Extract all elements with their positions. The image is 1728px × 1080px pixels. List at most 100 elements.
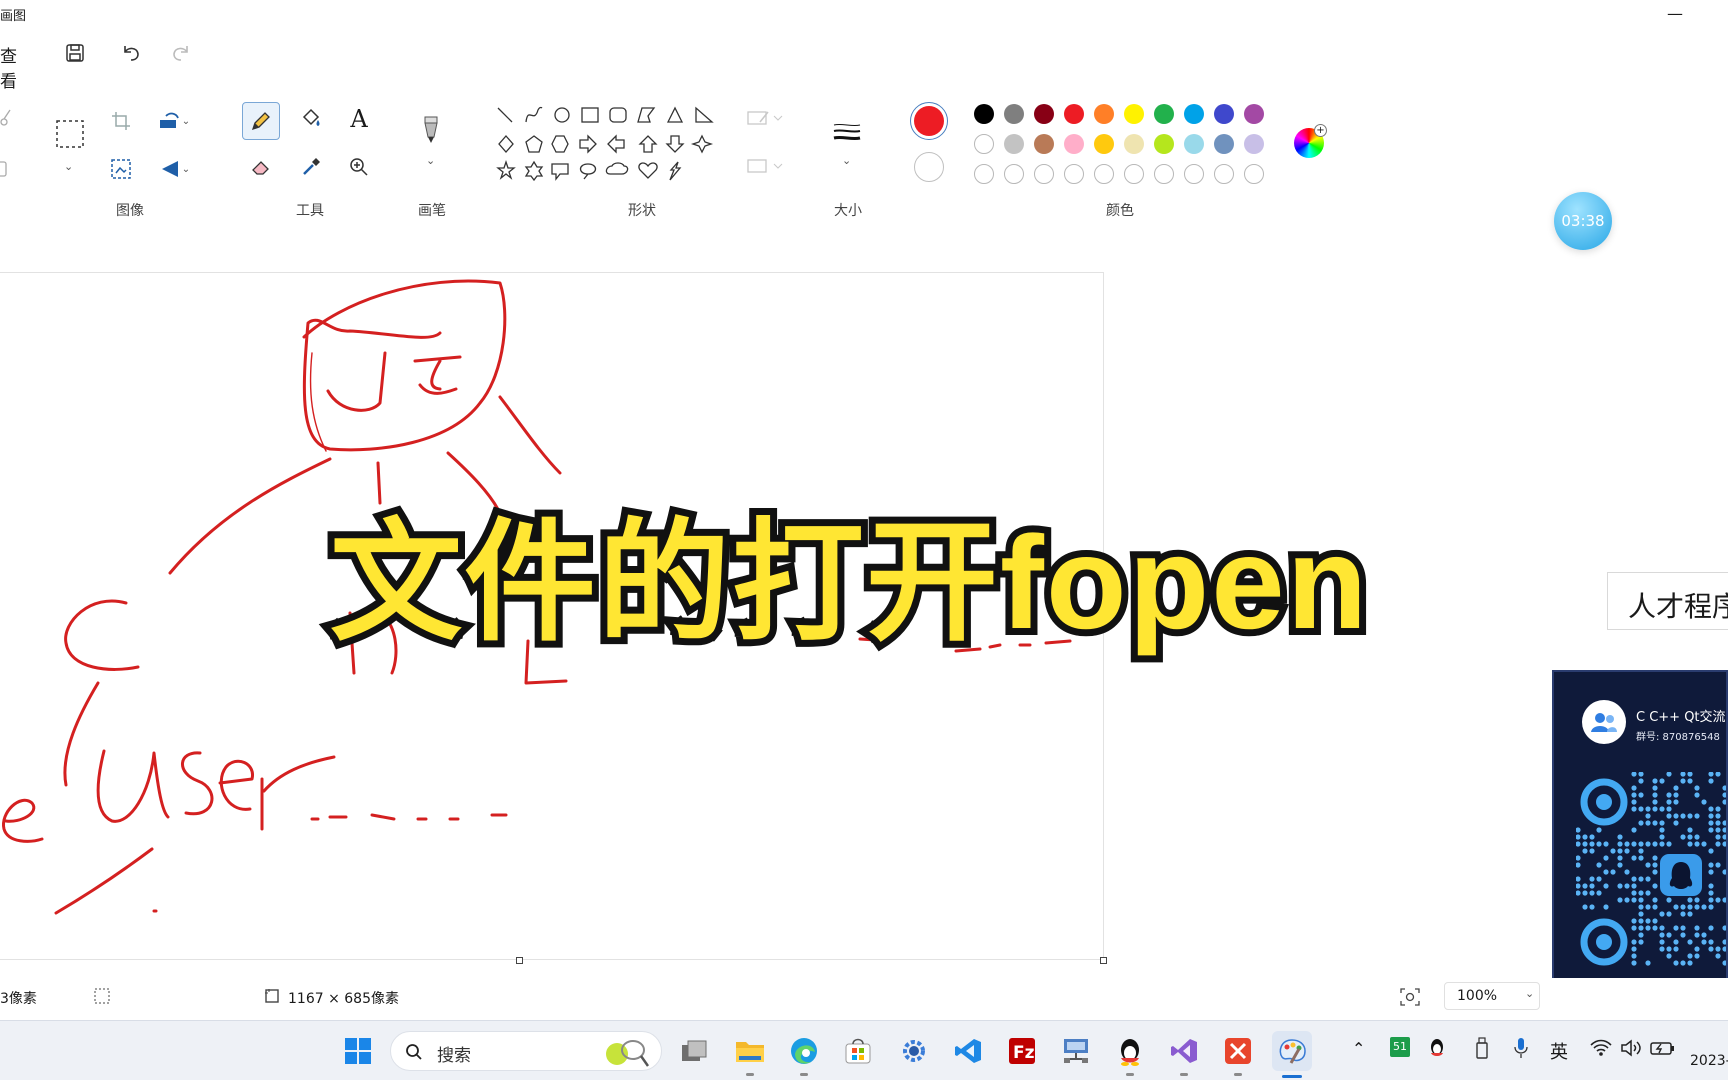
palette-swatch[interactable] (1004, 104, 1024, 124)
redo-button[interactable] (164, 36, 198, 70)
minimize-button[interactable]: — (1660, 4, 1690, 26)
paint-app-button[interactable] (1272, 1031, 1312, 1071)
select-dropdown-chevron-icon[interactable]: ⌄ (64, 160, 73, 173)
custom-color-slot[interactable] (1184, 164, 1204, 184)
wifi-icon[interactable] (1590, 1039, 1612, 1057)
store-button[interactable] (838, 1031, 878, 1071)
qr-dot (1687, 897, 1693, 903)
qr-dot (1582, 841, 1588, 847)
flip-button[interactable]: ⌄ (152, 152, 196, 186)
fit-to-window-icon[interactable] (1400, 988, 1420, 1006)
fill-tool-button[interactable] (294, 102, 328, 136)
copy-icon[interactable] (0, 160, 10, 184)
palette-swatch[interactable] (1034, 104, 1054, 124)
resize-handle-corner[interactable] (1100, 957, 1107, 964)
brushes-chevron-icon[interactable]: ⌄ (426, 154, 435, 167)
magnifier-button[interactable] (342, 150, 376, 184)
tray-overflow-chevron-icon[interactable]: ⌃ (1352, 1039, 1365, 1058)
xmind-button[interactable] (1218, 1031, 1258, 1071)
palette-swatch[interactable] (1184, 104, 1204, 124)
save-button[interactable] (58, 36, 92, 70)
add-color-icon: + (1314, 124, 1327, 137)
ime-indicator[interactable]: 英 (1550, 1038, 1568, 1064)
qr-dot (1694, 813, 1700, 819)
qr-dot (1708, 848, 1714, 854)
size-chevron-icon[interactable]: ⌄ (842, 154, 851, 167)
primary-color-button[interactable] (910, 102, 948, 140)
palette-swatch[interactable] (1214, 134, 1234, 154)
qr-dot (1652, 785, 1658, 791)
custom-color-slot[interactable] (1154, 164, 1174, 184)
text-tool-button[interactable]: A (342, 102, 376, 136)
custom-color-slot[interactable] (1124, 164, 1144, 184)
edge-button[interactable] (784, 1031, 824, 1071)
qr-dot (1708, 904, 1714, 910)
pencil-tool-button[interactable] (242, 102, 280, 140)
shape-fill-button[interactable] (746, 156, 786, 180)
filezilla-button[interactable]: Fz (1002, 1031, 1042, 1071)
select-button[interactable] (52, 116, 88, 152)
secondary-color-button[interactable] (914, 152, 944, 182)
brushes-button[interactable] (414, 110, 448, 150)
tray-badge-51[interactable]: 51 (1390, 1037, 1410, 1057)
qr-dot (1666, 911, 1672, 917)
palette-swatch[interactable] (1154, 134, 1174, 154)
microphone-icon[interactable] (1514, 1037, 1528, 1059)
custom-color-slot[interactable] (1004, 164, 1024, 184)
qr-dot (1617, 897, 1623, 903)
custom-color-slot[interactable] (1034, 164, 1054, 184)
battery-charging-icon[interactable] (1650, 1039, 1676, 1057)
network-tool-button[interactable] (1056, 1031, 1096, 1071)
title-bar: 画图 — (0, 0, 1728, 30)
zoom-dropdown[interactable]: 100% ⌄ (1444, 982, 1540, 1010)
task-view-button[interactable] (674, 1031, 714, 1071)
palette-swatch[interactable] (1244, 104, 1264, 124)
custom-color-slot[interactable] (974, 164, 994, 184)
custom-color-slot[interactable] (1064, 164, 1084, 184)
palette-swatch[interactable] (1184, 134, 1204, 154)
eraser-tool-button[interactable] (244, 150, 278, 184)
cut-icon[interactable] (0, 108, 12, 132)
palette-swatch[interactable] (1154, 104, 1174, 124)
ribbon: ⌄ ⌄ ⌄ 图像 A 工具 ⌄ 画笔 形状 ⌄ 大小 + 颜色 (0, 82, 1728, 232)
palette-swatch[interactable] (1124, 104, 1144, 124)
color-picker-button[interactable] (294, 150, 328, 184)
search-placeholder: 搜索 (437, 1046, 471, 1066)
clock-date[interactable]: 2023- (1690, 1053, 1728, 1069)
crop-button[interactable] (104, 104, 138, 138)
palette-swatch[interactable] (1064, 134, 1084, 154)
rotate-button[interactable]: ⌄ (152, 104, 196, 138)
palette-swatch[interactable] (1004, 134, 1024, 154)
shape-outline-button[interactable] (746, 108, 786, 132)
size-button[interactable] (830, 116, 864, 150)
qr-dot (1680, 772, 1686, 777)
palette-swatch[interactable] (974, 134, 994, 154)
vscode-button[interactable] (948, 1031, 988, 1071)
visual-studio-button[interactable] (1164, 1031, 1204, 1071)
custom-color-slot[interactable] (1214, 164, 1234, 184)
qr-dot (1617, 848, 1623, 854)
palette-swatch[interactable] (1214, 104, 1234, 124)
shapes-gallery[interactable] (494, 104, 718, 190)
palette-swatch[interactable] (974, 104, 994, 124)
palette-swatch[interactable] (1094, 104, 1114, 124)
tray-qq-icon[interactable] (1428, 1037, 1446, 1059)
custom-color-slot[interactable] (1244, 164, 1264, 184)
palette-swatch[interactable] (1244, 134, 1264, 154)
resize-button[interactable] (104, 152, 138, 186)
volume-icon[interactable] (1620, 1039, 1642, 1057)
palette-swatch[interactable] (1094, 134, 1114, 154)
settings-button[interactable] (894, 1031, 934, 1071)
start-button[interactable] (338, 1031, 378, 1071)
edit-colors-button[interactable]: + (1294, 124, 1327, 158)
palette-swatch[interactable] (1064, 104, 1084, 124)
usb-drive-icon[interactable] (1474, 1037, 1490, 1059)
resize-handle-bottom[interactable] (516, 957, 523, 964)
palette-swatch[interactable] (1034, 134, 1054, 154)
undo-button[interactable] (114, 36, 148, 70)
qq-button[interactable] (1110, 1031, 1150, 1071)
custom-color-slot[interactable] (1094, 164, 1114, 184)
file-explorer-button[interactable] (730, 1031, 770, 1071)
taskbar-search-box[interactable]: 搜索 (390, 1031, 662, 1071)
palette-swatch[interactable] (1124, 134, 1144, 154)
